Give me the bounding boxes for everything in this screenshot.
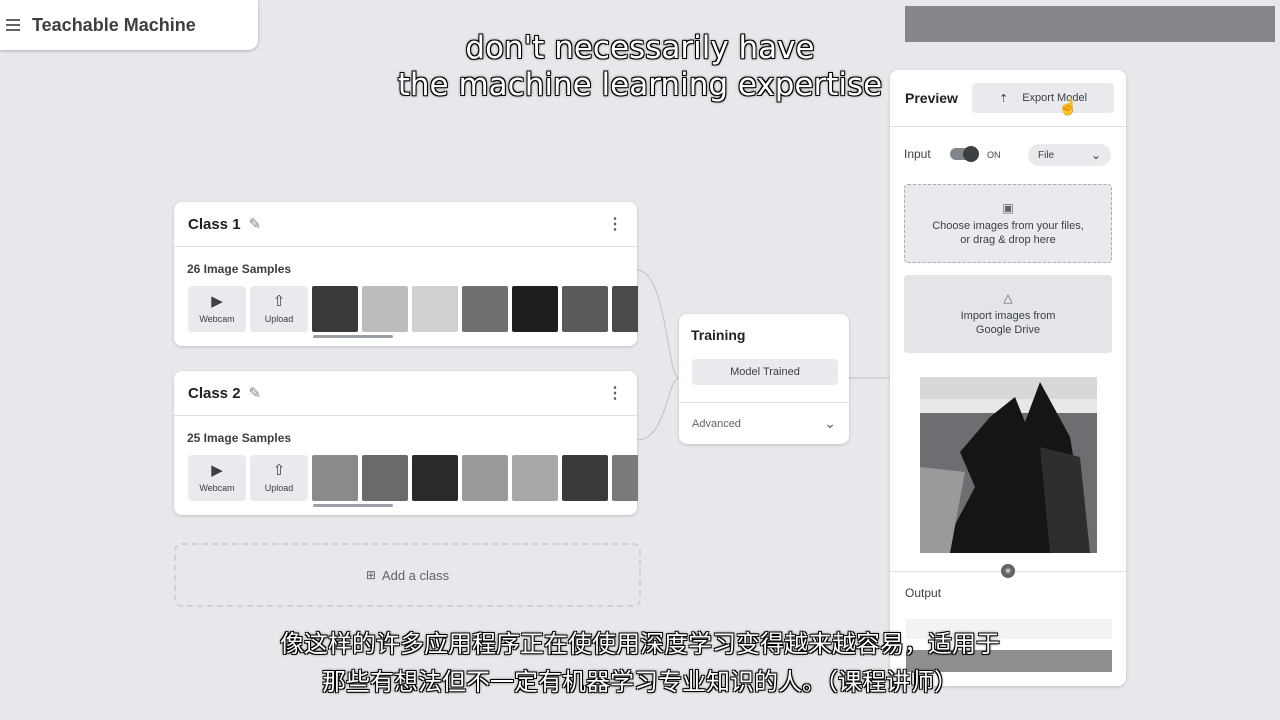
input-toggle[interactable]: [950, 146, 979, 162]
sample-thumbnails: [312, 455, 638, 501]
toggle-state: ON: [987, 150, 1001, 160]
preview-panel: Preview ⇡ Export Model Input ON File ⌄ ▣…: [890, 70, 1126, 686]
drive-icon: △: [1003, 291, 1013, 305]
drive-line-1: Import images from: [960, 310, 1056, 322]
input-label: Input: [904, 147, 931, 161]
drop-line-2: or drag & drop here: [960, 233, 1056, 246]
add-class-label: Add a class: [381, 567, 450, 583]
sample-thumbnail[interactable]: [312, 286, 358, 332]
folder-icon: ▣: [1002, 200, 1014, 215]
chevron-down-icon: ⌄: [824, 415, 836, 431]
video-icon: ▶: [211, 293, 223, 310]
sample-thumbnail[interactable]: [412, 286, 458, 332]
sample-thumbnail[interactable]: [562, 286, 608, 332]
caption-cn-line-2: 那些有想法但不一定有机器学习专业知识的人。（课程讲师）: [322, 668, 958, 696]
caption-en-line-1: don't necessarily have: [465, 30, 815, 66]
upload-label: Upload: [264, 314, 294, 324]
webcam-label: Webcam: [199, 314, 235, 324]
thumbnail-scrollbar[interactable]: [313, 504, 393, 507]
webcam-button[interactable]: ▶ Webcam: [188, 286, 246, 332]
chevron-down-icon: ⌄: [1090, 148, 1101, 162]
drop-line-1: Choose images from your files,: [932, 219, 1084, 232]
drive-line-2: Google Drive: [975, 324, 1041, 336]
loading-spinner-icon: ✳: [1001, 564, 1015, 578]
upload-button[interactable]: ⇧ Upload: [250, 455, 308, 501]
output-label: Output: [905, 586, 942, 600]
sample-count: 25 Image Samples: [187, 431, 292, 445]
google-drive-import-button[interactable]: △ Import images from Google Drive: [904, 275, 1112, 353]
caption-en-line-2: the machine learning expertise: [397, 67, 883, 103]
sample-thumbnail[interactable]: [362, 286, 408, 332]
sample-thumbnail[interactable]: [462, 455, 508, 501]
caption-cn-line-1: 像这样的许多应用程序正在使使用深度学习变得越来越容易，适用于: [280, 630, 1000, 658]
webcam-label: Webcam: [199, 483, 235, 493]
class-name[interactable]: Class 2: [188, 385, 241, 402]
class-card-2: Class 2 ✎ ⋮ 25 Image Samples ▶ Webcam ⇧ …: [174, 371, 638, 515]
kebab-icon[interactable]: ⋮: [607, 214, 623, 234]
upload-button[interactable]: ⇧ Upload: [250, 286, 308, 332]
class-card-1: Class 1 ✎ ⋮ 26 Image Samples ▶ Webcam ⇧ …: [174, 202, 638, 346]
sample-thumbnail[interactable]: [412, 455, 458, 501]
input-source-value: File: [1038, 149, 1055, 161]
sample-count: 26 Image Samples: [187, 262, 292, 276]
advanced-toggle[interactable]: Advanced ⌄: [679, 402, 849, 444]
kebab-icon[interactable]: ⋮: [607, 383, 623, 403]
file-drop-zone[interactable]: ▣ Choose images from your files, or drag…: [904, 184, 1112, 263]
pencil-icon[interactable]: ✎: [249, 384, 262, 402]
video-icon: ▶: [211, 462, 223, 479]
sample-thumbnail[interactable]: [612, 455, 638, 501]
sample-thumbnail[interactable]: [512, 455, 558, 501]
sample-thumbnail[interactable]: [462, 286, 508, 332]
training-panel: Training Model Trained Advanced ⌄: [679, 314, 849, 444]
sample-thumbnail[interactable]: [612, 286, 638, 332]
add-box-icon: ⊞: [365, 568, 376, 582]
preview-image: [920, 377, 1097, 553]
input-source-select[interactable]: File ⌄: [1028, 144, 1111, 166]
add-class-button[interactable]: ⊞ Add a class: [174, 543, 641, 607]
sample-thumbnail[interactable]: [362, 455, 408, 501]
train-model-button[interactable]: Model Trained: [692, 359, 838, 385]
advanced-label: Advanced: [692, 417, 741, 430]
class-name[interactable]: Class 1: [188, 216, 241, 233]
sample-thumbnail[interactable]: [512, 286, 558, 332]
sample-thumbnails: [312, 286, 638, 332]
thumbnail-scrollbar[interactable]: [313, 335, 393, 338]
sample-thumbnail[interactable]: [312, 455, 358, 501]
upload-icon: ⇧: [272, 462, 286, 479]
upload-label: Upload: [264, 483, 294, 493]
sample-thumbnail[interactable]: [562, 455, 608, 501]
upload-icon: ⇧: [272, 293, 286, 310]
training-title: Training: [691, 327, 746, 343]
pencil-icon[interactable]: ✎: [249, 215, 262, 233]
webcam-button[interactable]: ▶ Webcam: [188, 455, 246, 501]
